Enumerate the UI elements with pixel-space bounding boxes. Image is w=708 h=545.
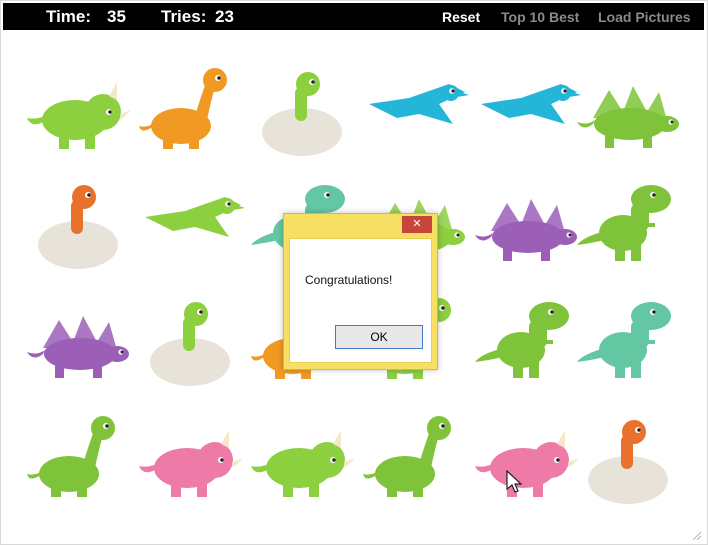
card-egg-icon[interactable] (249, 62, 357, 162)
stegosaurus-icon (27, 316, 129, 378)
card-egg-icon[interactable] (137, 292, 245, 392)
card-stegosaurus-icon[interactable] (575, 62, 683, 162)
mouse-cursor-icon (506, 470, 522, 493)
ok-button[interactable]: OK (335, 325, 423, 349)
resize-grip-icon[interactable] (690, 529, 702, 541)
longneck-icon (139, 68, 227, 149)
trex-icon (577, 302, 671, 378)
card-pterodactyl-icon[interactable] (137, 175, 245, 275)
card-triceratops-icon[interactable] (249, 410, 357, 510)
load-pictures-button[interactable]: Load Pictures (598, 9, 691, 25)
card-trex-icon[interactable] (473, 292, 581, 392)
card-pterodactyl-icon[interactable] (361, 62, 469, 162)
top-10-best-button[interactable]: Top 10 Best (501, 9, 579, 25)
triceratops-icon (139, 430, 243, 497)
egg-icon (150, 302, 230, 386)
card-pterodactyl-icon[interactable] (473, 62, 581, 162)
tries-value: 23 (215, 7, 234, 26)
time-value: 35 (107, 7, 126, 26)
trex-icon (577, 185, 671, 261)
congratulations-dialog: ✕ Congratulations! OK (283, 213, 438, 370)
pterodactyl-icon (145, 197, 245, 237)
reset-button[interactable]: Reset (442, 9, 480, 25)
triceratops-icon (27, 82, 131, 149)
egg-icon (262, 72, 342, 156)
stegosaurus-icon (475, 199, 577, 261)
dialog-message: Congratulations! (305, 273, 393, 287)
card-egg-icon[interactable] (575, 410, 683, 510)
triceratops-icon (475, 430, 579, 497)
stegosaurus-icon (577, 86, 679, 148)
card-trex-icon[interactable] (575, 175, 683, 275)
card-stegosaurus-icon[interactable] (473, 175, 581, 275)
pterodactyl-icon (369, 84, 469, 124)
card-stegosaurus-icon[interactable] (25, 292, 133, 392)
card-triceratops-icon[interactable] (137, 410, 245, 510)
card-egg-icon[interactable] (25, 175, 133, 275)
tries-label: Tries: (161, 7, 207, 26)
top-bar: Time: 35 Tries: 23 Reset Top 10 Best Loa… (3, 3, 704, 30)
trex-icon (475, 302, 569, 378)
pterodactyl-icon (481, 84, 581, 124)
card-trex-icon[interactable] (575, 292, 683, 392)
card-triceratops-icon[interactable] (473, 410, 581, 510)
card-longneck-icon[interactable] (25, 410, 133, 510)
card-triceratops-icon[interactable] (25, 62, 133, 162)
triceratops-icon (251, 430, 355, 497)
longneck-icon (27, 416, 115, 497)
card-longneck-icon[interactable] (137, 62, 245, 162)
egg-icon (38, 185, 118, 269)
close-button[interactable]: ✕ (402, 216, 432, 233)
dialog-body: Congratulations! OK (289, 238, 432, 363)
longneck-icon (363, 416, 451, 497)
card-longneck-icon[interactable] (361, 410, 469, 510)
time-label: Time: (46, 7, 92, 26)
egg-icon (588, 420, 668, 504)
